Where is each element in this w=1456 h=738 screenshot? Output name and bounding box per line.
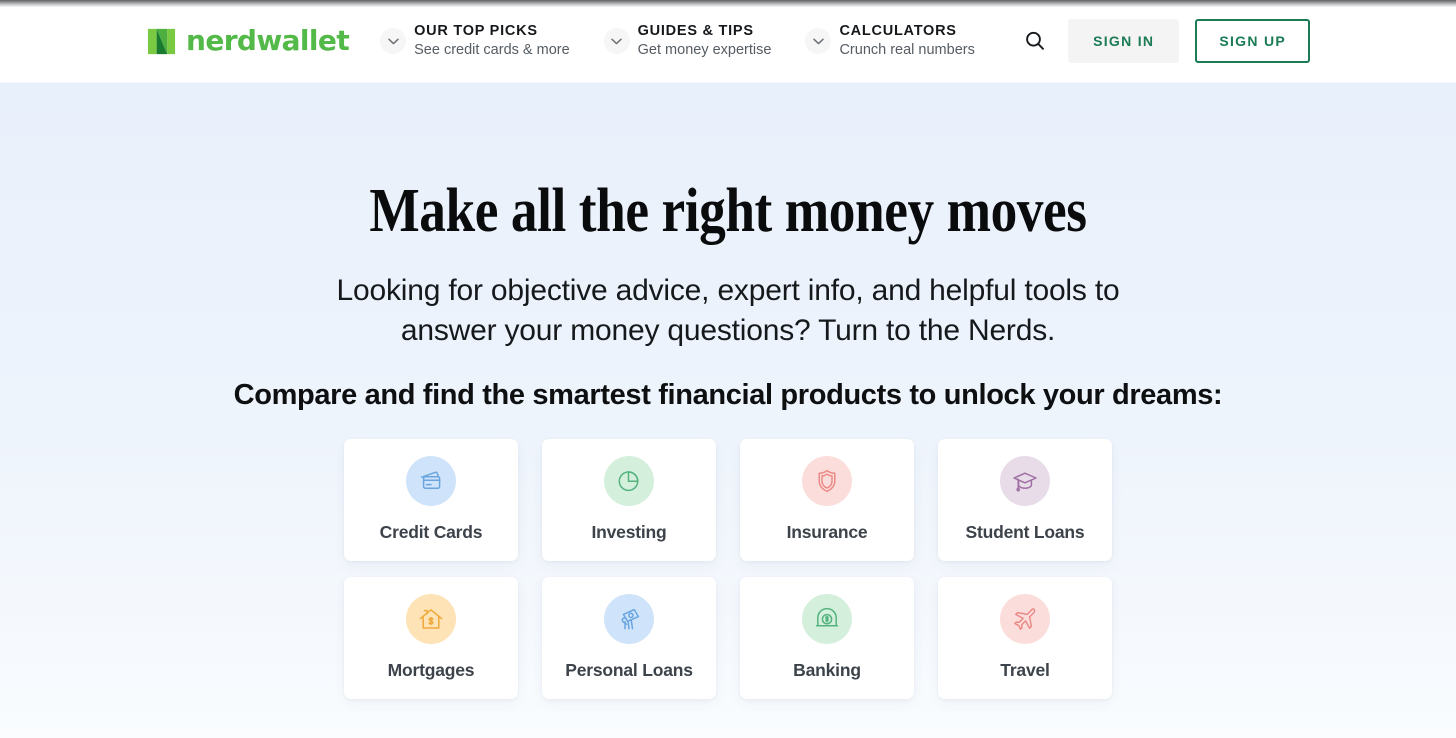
product-card-label: Travel — [1000, 660, 1050, 680]
nav-item-calculators[interactable]: CALCULATORS Crunch real numbers — [805, 12, 986, 70]
hero-cta-line: Compare and find the smartest financial … — [233, 379, 1223, 412]
nav-item-subtitle: Get money expertise — [637, 41, 772, 58]
sign-up-button[interactable]: SIGN UP — [1195, 19, 1310, 63]
airplane-icon — [1000, 594, 1050, 644]
search-button[interactable] — [1018, 24, 1052, 58]
nav-item-guides-and-tips[interactable]: GUIDES & TIPS Get money expertise — [603, 12, 784, 70]
coin-dollar-icon — [802, 594, 852, 644]
page-root: nerdwallet OUR TOP PICKS See credit card… — [0, 0, 1456, 738]
nav-item-title: OUR TOP PICKS — [414, 22, 538, 39]
product-card-label: Credit Cards — [379, 522, 483, 542]
credit-cards-icon — [406, 456, 456, 506]
chevron-down-icon — [805, 28, 832, 54]
product-card-investing[interactable]: Investing — [542, 439, 716, 561]
hero-section: Make all the right money moves Looking f… — [0, 82, 1456, 413]
nav-item-title: CALCULATORS — [839, 22, 957, 39]
nav-item-subtitle: Crunch real numbers — [839, 41, 975, 58]
shield-icon — [802, 456, 852, 506]
header-inner: nerdwallet OUR TOP PICKS See credit card… — [0, 0, 1456, 82]
logo-wordmark: nerdwallet — [186, 24, 350, 57]
nav-item-subtitle: See credit cards & more — [414, 41, 570, 58]
main-navigation: OUR TOP PICKS See credit cards & more GU… — [380, 11, 1009, 71]
nav-item-our-top-picks[interactable]: OUR TOP PICKS See credit cards & more — [380, 12, 582, 70]
product-card-travel[interactable]: Travel — [938, 577, 1112, 699]
product-card-label: Banking — [793, 660, 861, 680]
page-title: Make all the right money moves — [369, 177, 1087, 245]
header-actions: SIGN IN SIGN UP — [1018, 19, 1310, 63]
hero-subtitle: Looking for objective advice, expert inf… — [336, 273, 1120, 347]
nerdwallet-logo-mark — [147, 28, 176, 54]
search-icon — [1026, 31, 1045, 50]
product-card-label: Mortgages — [387, 660, 475, 680]
nerdwallet-logo[interactable]: nerdwallet — [146, 24, 350, 58]
house-dollar-icon — [406, 594, 456, 644]
site-header: nerdwallet OUR TOP PICKS See credit card… — [0, 0, 1456, 82]
hand-cash-icon — [604, 594, 654, 644]
product-card-label: Investing — [591, 522, 667, 542]
product-card-label: Personal Loans — [565, 660, 693, 680]
product-card-personal-loans[interactable]: Personal Loans — [542, 577, 716, 699]
nav-item-title: GUIDES & TIPS — [637, 22, 754, 39]
pie-chart-icon — [604, 456, 654, 506]
chevron-down-icon — [380, 28, 407, 54]
product-card-label: Student Loans — [965, 522, 1085, 542]
product-card-credit-cards[interactable]: Credit Cards — [344, 439, 518, 561]
graduation-cap-icon — [1000, 456, 1050, 506]
product-card-student-loans[interactable]: Student Loans — [938, 439, 1112, 561]
nav-item-text: OUR TOP PICKS See credit cards & more — [414, 22, 570, 59]
product-card-grid: Credit Cards Investing Insurance Student… — [344, 439, 1113, 699]
product-card-mortgages[interactable]: Mortgages — [344, 577, 518, 699]
product-card-insurance[interactable]: Insurance — [740, 439, 914, 561]
browser-chrome-edge — [0, 0, 1456, 7]
product-card-label: Insurance — [786, 522, 868, 542]
chevron-down-icon — [603, 28, 630, 54]
nav-item-text: GUIDES & TIPS Get money expertise — [637, 22, 772, 59]
nav-item-text: CALCULATORS Crunch real numbers — [839, 22, 975, 59]
product-card-banking[interactable]: Banking — [740, 577, 914, 699]
sign-in-button[interactable]: SIGN IN — [1068, 19, 1180, 63]
